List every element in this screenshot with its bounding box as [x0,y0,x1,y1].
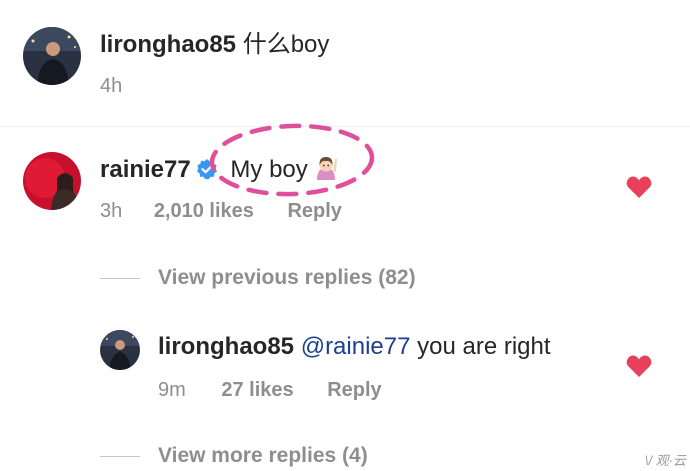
reply1-meta: 9m 27 likes Reply [158,378,382,402]
comment1-time: 4h [100,75,123,97]
comment2-username[interactable]: rainie77 [100,156,191,183]
view-previous-line [100,278,140,279]
avatar-rainie77[interactable] [23,152,81,210]
watermark: \/ 观·云 [644,453,686,468]
view-more-line [100,456,140,457]
reply1-likes[interactable]: 27 likes [221,378,293,402]
comment2-heart-icon[interactable] [626,175,652,199]
avatar-lironghao85-reply[interactable] [100,330,140,370]
comment1-text: 什么boy [242,31,330,58]
reply1-mention[interactable]: @rainie77 [301,333,411,360]
view-previous-replies-button[interactable]: View previous replies (82) [158,265,416,291]
reply1-username[interactable]: lironghao85 [158,333,294,360]
comment1-meta: 4h [100,74,122,98]
reply1-text: you are right [417,333,551,360]
reply1-time: 9m [158,379,186,401]
comment1-line: lironghao85 什么boy [100,30,329,60]
reply1-line: lironghao85 @rainie77 you are right [158,332,551,362]
reply1-heart-icon[interactable] [626,354,652,378]
comments-screen: lironghao85 什么boy 4h rainie77 My boy 3h … [0,0,690,471]
avatar-lironghao85[interactable] [23,27,81,85]
view-more-replies-button[interactable]: View more replies (4) [158,443,368,469]
highlight-ring [206,120,380,207]
comment2-time: 3h [100,200,123,222]
reply1-reply-button[interactable]: Reply [327,378,381,402]
comment1-username[interactable]: lironghao85 [100,31,236,58]
